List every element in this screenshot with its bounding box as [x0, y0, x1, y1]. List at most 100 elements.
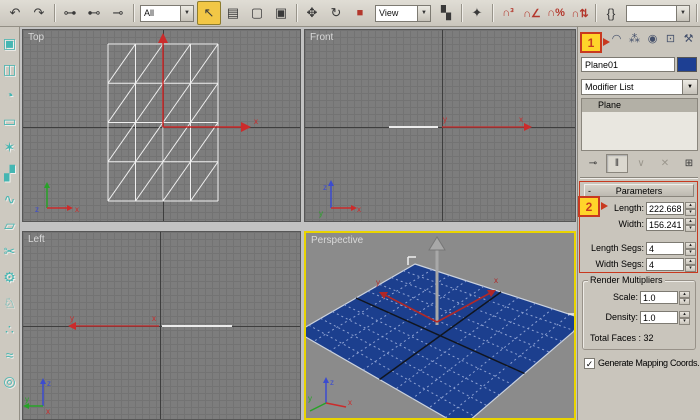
chevron-down-icon[interactable]: ▼ — [417, 5, 430, 21]
spinner-down-icon[interactable]: ▾ — [685, 225, 696, 232]
viewport-front-label[interactable]: Front — [310, 32, 333, 43]
spinner-down-icon[interactable]: ▾ — [685, 209, 696, 216]
svg-text:y: y — [443, 115, 447, 124]
scale-field[interactable] — [640, 291, 678, 304]
edit-named-selections-icon[interactable]: {} — [599, 1, 623, 25]
select-and-move-icon[interactable]: ✥ — [300, 1, 324, 25]
viewport-perspective[interactable]: Perspective y x z y x — [304, 231, 576, 420]
select-object-icon[interactable]: ↖ — [197, 1, 221, 25]
scale-spinner[interactable]: ▴ ▾ — [679, 291, 690, 305]
callout-1: 1 — [580, 32, 602, 53]
spinner-down-icon[interactable]: ▾ — [679, 318, 690, 325]
stack-item-plane[interactable]: Plane — [582, 99, 697, 112]
show-end-result-button[interactable]: ‖ — [606, 154, 628, 173]
svg-text:z: z — [330, 378, 334, 387]
pin-stack-button[interactable]: ⊸ — [582, 154, 604, 173]
chevron-down-icon[interactable]: ▼ — [682, 80, 697, 94]
spinner-down-icon[interactable]: ▾ — [685, 249, 696, 256]
window-crossing-icon[interactable]: ▣ — [269, 1, 293, 25]
chevron-down-icon[interactable]: ▼ — [676, 5, 689, 21]
spinner-up-icon[interactable]: ▴ — [679, 291, 690, 298]
length-spinner[interactable]: ▴ ▾ — [685, 202, 696, 216]
viewport-left[interactable]: Left y x z y x — [22, 231, 301, 420]
make-unique-button[interactable]: ∨ — [630, 154, 652, 173]
viewport-left-label[interactable]: Left — [28, 234, 45, 245]
modifier-stack: Plane — [581, 98, 698, 151]
unlink-selection-icon[interactable]: ⊷ — [82, 1, 106, 25]
density-label: Density: — [605, 312, 638, 322]
box-object-icon[interactable]: ▣ — [1, 30, 19, 56]
spring-object-icon[interactable]: ∿ — [1, 186, 19, 212]
angle-snap-toggle-icon[interactable]: ∩∠ — [520, 1, 544, 25]
spinner-down-icon[interactable]: ▾ — [679, 298, 690, 305]
density-spinner[interactable]: ▴ ▾ — [679, 311, 690, 325]
spinner-up-icon[interactable]: ▴ — [685, 258, 696, 265]
capsule-object-icon[interactable]: ▱ — [1, 212, 19, 238]
viewport-front[interactable]: Front y x z x y — [304, 29, 576, 222]
rectangular-selection-region-icon[interactable]: ▢ — [245, 1, 269, 25]
width-field[interactable] — [646, 218, 684, 231]
length-field[interactable] — [646, 202, 684, 215]
viewport-top[interactable]: Top x z x — [22, 29, 301, 222]
density-field[interactable] — [640, 311, 678, 324]
redo-icon[interactable]: ↷ — [27, 1, 51, 25]
knife-object-icon[interactable]: ✂ — [1, 238, 19, 264]
select-by-name-icon[interactable]: ▤ — [221, 1, 245, 25]
select-and-scale-icon[interactable]: ■ — [348, 1, 372, 25]
tab-hierarchy[interactable]: ⁂ — [626, 31, 643, 48]
sphere-object-icon[interactable]: ◔ — [1, 82, 19, 108]
modifier-list-dropdown[interactable]: Modifier List ▼ — [581, 79, 698, 95]
parameters-rollout-header[interactable]: - Parameters — [584, 184, 694, 197]
gear-object-icon[interactable]: ⚙ — [1, 264, 19, 290]
particles-object-icon[interactable]: ∴ — [1, 316, 19, 342]
named-selection-sets-dropdown[interactable]: ▼ — [626, 4, 690, 22]
selection-filter-dropdown[interactable]: All ▼ — [140, 4, 194, 22]
select-and-manipulate-icon[interactable]: ✦ — [465, 1, 489, 25]
spinner-up-icon[interactable]: ▴ — [685, 202, 696, 209]
percent-snap-toggle-icon[interactable]: ∩% — [544, 1, 568, 25]
object-color-swatch[interactable] — [677, 57, 697, 72]
ring-object-icon[interactable]: ◎ — [1, 368, 19, 394]
front-viewport-overlay: y x z x y — [319, 115, 532, 218]
width-segs-spinner[interactable]: ▴ ▾ — [685, 258, 696, 272]
select-and-link-icon[interactable]: ⊶ — [58, 1, 82, 25]
remove-modifier-button[interactable]: ✕ — [654, 154, 676, 173]
spinner-up-icon[interactable]: ▴ — [685, 218, 696, 225]
viewport-perspective-label[interactable]: Perspective — [311, 235, 363, 246]
undo-icon[interactable]: ↶ — [3, 1, 27, 25]
spinner-up-icon[interactable]: ▴ — [685, 242, 696, 249]
toolbar-separator — [54, 4, 55, 22]
snap-toggle-icon[interactable]: ∩³ — [496, 1, 520, 25]
length-segs-spinner[interactable]: ▴ ▾ — [685, 242, 696, 256]
svg-text:x: x — [357, 205, 361, 214]
spinner-up-icon[interactable]: ▴ — [679, 311, 690, 318]
bird-object-icon[interactable]: ♘ — [1, 290, 19, 316]
star-object-icon[interactable]: ✶ — [1, 134, 19, 160]
reference-coordinate-system-dropdown[interactable]: View ▼ — [375, 4, 431, 22]
tab-modify[interactable]: ◠ — [608, 31, 625, 48]
width-spinner[interactable]: ▴ ▾ — [685, 218, 696, 232]
total-faces-text: Total Faces : 32 — [590, 333, 654, 343]
select-and-rotate-icon[interactable]: ↻ — [324, 1, 348, 25]
chevron-down-icon[interactable]: ▼ — [180, 5, 193, 21]
teapot-object-icon[interactable]: ◫ — [1, 56, 19, 82]
width-segs-field[interactable] — [646, 258, 684, 271]
configure-modifier-sets-button[interactable]: ⊞ — [678, 154, 700, 173]
spinner-snap-toggle-icon[interactable]: ∩⇅ — [568, 1, 592, 25]
plate-object-icon[interactable]: ▭ — [1, 108, 19, 134]
toolbar-separator — [492, 4, 493, 22]
tab-utilities[interactable]: ⚒ — [680, 31, 697, 48]
selection-filter-dropdown-value: All — [144, 8, 155, 18]
bind-to-space-warp-icon[interactable]: ⊸ — [106, 1, 130, 25]
spinner-down-icon[interactable]: ▾ — [685, 265, 696, 272]
tab-motion[interactable]: ◉ — [644, 31, 661, 48]
use-pivot-point-center-icon[interactable]: ▚ — [434, 1, 458, 25]
object-name-field[interactable] — [581, 57, 675, 72]
length-segs-field[interactable] — [646, 242, 684, 255]
checker-object-icon[interactable]: ▞ — [1, 160, 19, 186]
svg-text:x: x — [152, 314, 156, 323]
waves-object-icon[interactable]: ≈ — [1, 342, 19, 368]
tab-display[interactable]: ⊡ — [662, 31, 679, 48]
viewport-top-label[interactable]: Top — [28, 32, 44, 43]
generate-mapping-coords-checkbox[interactable]: ✓ — [584, 358, 595, 369]
